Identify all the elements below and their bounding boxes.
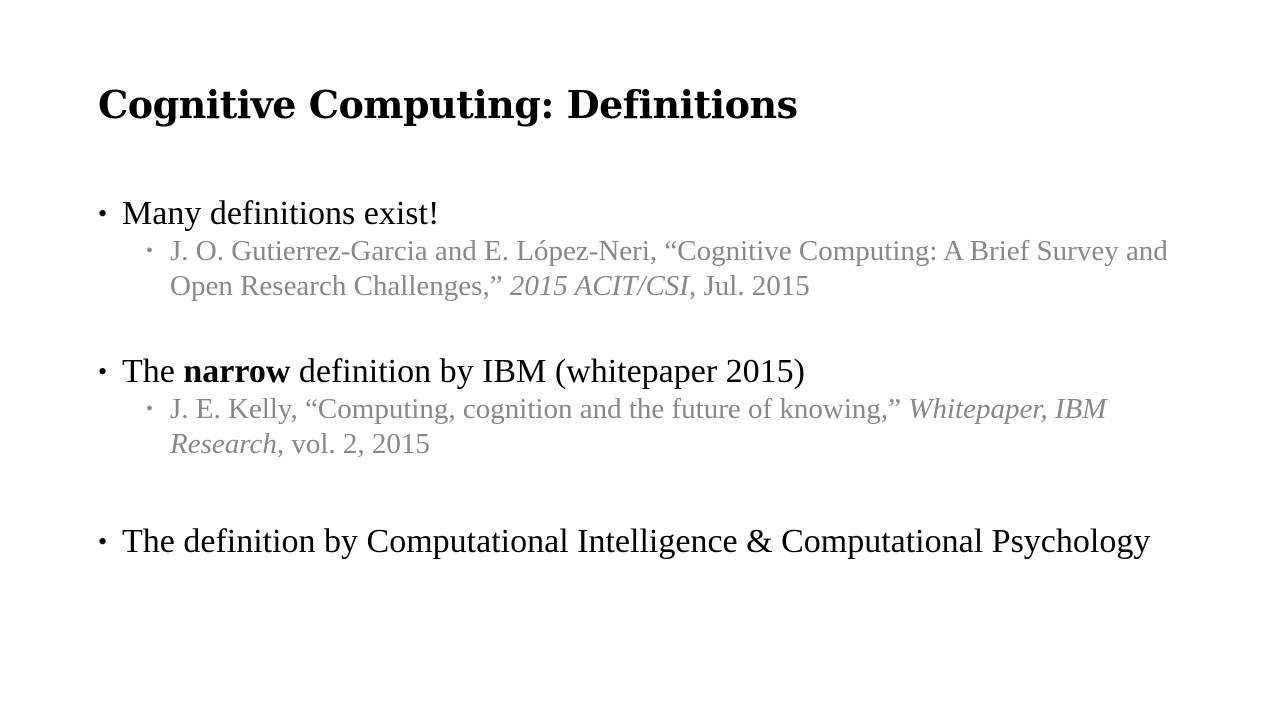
sub-bullet-citation: • J. E. Kelly, “Computing, cognition and… [146, 392, 1170, 462]
bullet-emphasis: narrow [183, 353, 291, 390]
bullet-dot-icon: • [98, 357, 108, 386]
bullet-item: • Many definitions exist! [98, 194, 1182, 234]
slide: Cognitive Computing: Definitions • Many … [0, 0, 1280, 720]
bullet-dot-icon: • [146, 240, 154, 262]
citation-date: , vol. 2, 2015 [276, 428, 430, 460]
sub-bullet-citation: • J. O. Gutierrez-Garcia and E. López-Ne… [146, 234, 1170, 304]
bullet-dot-icon: • [98, 527, 108, 556]
bullet-text-before: The [122, 353, 184, 390]
bullet-group-many-definitions: • Many definitions exist! • J. O. Gutier… [98, 194, 1182, 304]
bullet-dot-icon: • [98, 199, 108, 228]
citation-date: , Jul. 2015 [688, 270, 810, 302]
bullet-dot-icon: • [146, 398, 154, 420]
bullet-item: • The definition by Computational Intell… [98, 522, 1182, 562]
bullet-item: • The narrow definition by IBM (whitepap… [98, 352, 1182, 392]
bullet-text: Many definitions exist! [122, 195, 440, 232]
slide-title: Cognitive Computing: Definitions [98, 82, 798, 127]
bullet-group-ci-definition: • The definition by Computational Intell… [98, 522, 1182, 562]
bullet-group-ibm-definition: • The narrow definition by IBM (whitepap… [98, 352, 1182, 462]
citation-text: J. E. Kelly, “Computing, cognition and t… [170, 393, 909, 425]
bullet-text: The definition by Computational Intellig… [122, 523, 1151, 560]
bullet-text-after: definition by IBM (whitepaper 2015) [290, 353, 806, 390]
citation-venue: 2015 ACIT/CSI [509, 270, 689, 302]
